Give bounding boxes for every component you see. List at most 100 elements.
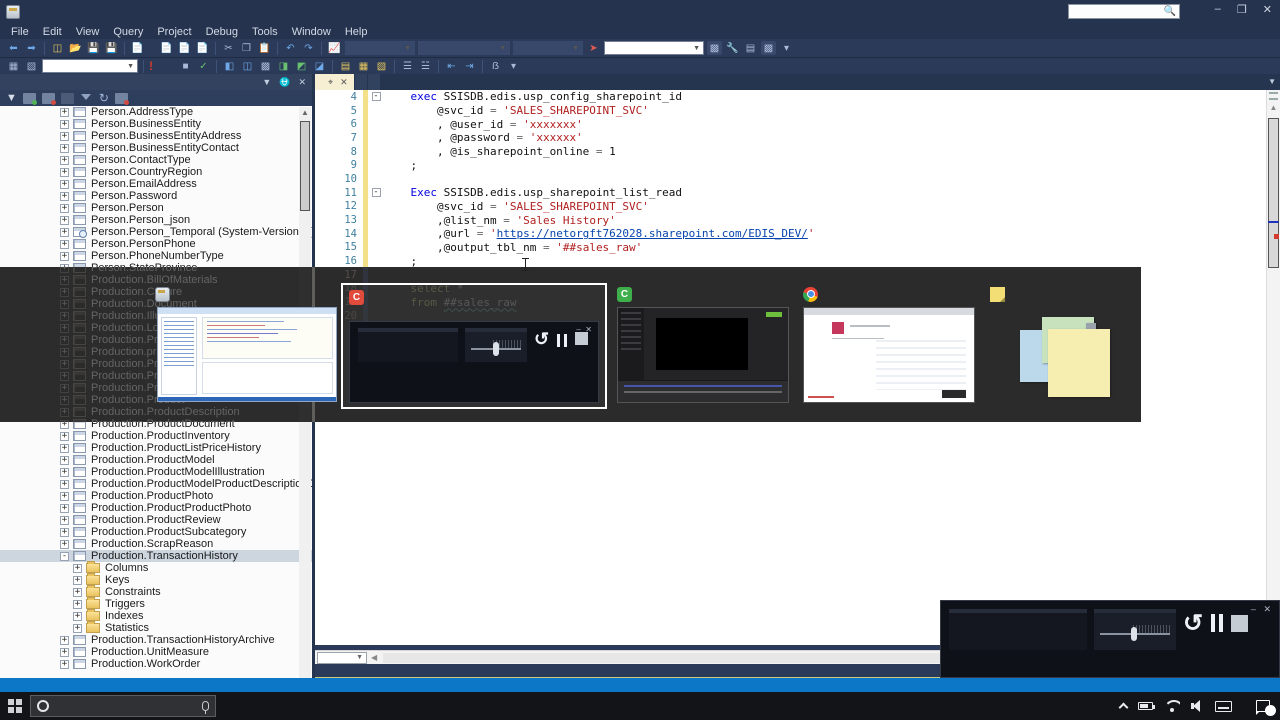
menu-window[interactable]: Window bbox=[285, 26, 338, 38]
results-grid-icon[interactable]: ▦ bbox=[356, 59, 371, 73]
delete-button[interactable]: ↺ bbox=[1183, 612, 1203, 638]
new-project-icon[interactable]: ◫ bbox=[50, 41, 65, 55]
recorder-close-button[interactable]: ✕ bbox=[1263, 604, 1271, 614]
connect-button[interactable]: ▼ bbox=[6, 92, 17, 104]
restore-button[interactable]: ❐ bbox=[1237, 3, 1247, 16]
tree-item-statistics[interactable]: + Statistics bbox=[0, 621, 312, 634]
expand-icon[interactable]: + bbox=[60, 203, 69, 213]
expand-icon[interactable]: + bbox=[73, 611, 82, 621]
expand-icon[interactable]: + bbox=[60, 431, 69, 441]
results-file-icon[interactable]: ▧ bbox=[374, 59, 389, 73]
tree-item-production-productinventory[interactable]: + Production.ProductInventory bbox=[0, 430, 312, 442]
comment-icon[interactable]: ☰ bbox=[400, 59, 415, 73]
tree-item-indexes[interactable]: + Indexes bbox=[0, 609, 312, 622]
parse-check-icon[interactable]: ✓ bbox=[196, 59, 211, 73]
expand-icon[interactable]: + bbox=[60, 167, 69, 177]
recorder-minimize-button[interactable]: – bbox=[1251, 604, 1256, 614]
close-button[interactable]: ✕ bbox=[1263, 3, 1272, 16]
stop-process-icon[interactable] bbox=[60, 92, 74, 104]
expand-icon[interactable]: + bbox=[60, 251, 69, 261]
taskbar-search[interactable] bbox=[30, 695, 216, 717]
camtasia-recorder-widget[interactable]: – ✕ ↺ bbox=[940, 600, 1280, 678]
tree-item-production-productsubcategory[interactable]: + Production.ProductSubcategory bbox=[0, 526, 312, 538]
search-input[interactable] bbox=[55, 699, 196, 713]
availability-icon-2[interactable]: ▧ bbox=[24, 59, 39, 73]
expand-icon[interactable]: + bbox=[60, 131, 69, 141]
pin-tab-icon[interactable]: ⌖ bbox=[328, 77, 333, 88]
camtasia-thumbnail[interactable] bbox=[617, 307, 789, 403]
tree-item-production-productmodelillustration[interactable]: + Production.ProductModelIllustration bbox=[0, 466, 312, 478]
volume-icon[interactable] bbox=[1191, 700, 1204, 712]
pause-button[interactable] bbox=[1211, 613, 1224, 636]
ssms-thumbnail[interactable] bbox=[157, 307, 337, 402]
expand-icon[interactable]: + bbox=[60, 647, 69, 657]
expand-icon[interactable]: + bbox=[73, 575, 82, 585]
expand-icon[interactable]: + bbox=[60, 635, 69, 645]
toolbar-icon-3[interactable]: ▩ bbox=[761, 41, 776, 55]
expand-icon[interactable]: + bbox=[73, 599, 82, 609]
expand-icon[interactable]: + bbox=[60, 491, 69, 501]
script-icon[interactable] bbox=[114, 92, 129, 105]
expand-icon[interactable]: + bbox=[60, 107, 69, 117]
menu-tools[interactable]: Tools bbox=[245, 26, 285, 38]
tree-item-person-person[interactable]: + Person.Person bbox=[0, 202, 312, 214]
mdx-query-icon[interactable]: 📄 bbox=[195, 41, 210, 55]
debug-target-combo[interactable]: ▼ bbox=[345, 41, 415, 55]
expand-icon[interactable]: + bbox=[60, 539, 69, 549]
stop-icon[interactable]: ■ bbox=[178, 59, 193, 73]
close-tab-icon[interactable]: ✕ bbox=[340, 77, 348, 88]
indent-icon[interactable]: ⇥ bbox=[462, 59, 477, 73]
attach-icon[interactable]: ➤ bbox=[586, 41, 601, 55]
expand-icon[interactable]: + bbox=[60, 155, 69, 165]
zoom-level-combo[interactable]: ▼ bbox=[317, 651, 367, 664]
menu-project[interactable]: Project bbox=[150, 26, 198, 38]
tab-sqlquery1[interactable] bbox=[367, 74, 380, 90]
tree-item-production-productmodel[interactable]: + Production.ProductModel bbox=[0, 454, 312, 466]
action-center-icon[interactable] bbox=[1256, 700, 1276, 716]
open-file-icon[interactable]: 📂 bbox=[68, 41, 83, 55]
expand-icon[interactable]: + bbox=[60, 659, 69, 669]
query-toolbar-icon-3[interactable]: ▩ bbox=[258, 59, 273, 73]
editor-vertical-scrollbar[interactable]: ▲ ▼ bbox=[1266, 90, 1280, 645]
start-button[interactable] bbox=[0, 692, 30, 720]
tree-item-person-addresstype[interactable]: + Person.AddressType bbox=[0, 106, 312, 118]
availability-icon-1[interactable]: ▦ bbox=[6, 59, 21, 73]
generic-debugger-combo[interactable]: ▼ bbox=[418, 41, 510, 55]
save-all-icon[interactable]: 💾 bbox=[104, 41, 119, 55]
menu-edit[interactable]: Edit bbox=[36, 26, 69, 38]
tree-item-person-contacttype[interactable]: + Person.ContactType bbox=[0, 154, 312, 166]
outdent-icon[interactable]: ⇤ bbox=[444, 59, 459, 73]
menu-query[interactable]: Query bbox=[106, 26, 150, 38]
expand-icon[interactable]: + bbox=[73, 563, 82, 573]
tree-item-columns[interactable]: + Columns bbox=[0, 561, 312, 574]
collapse-icon[interactable]: - bbox=[60, 551, 69, 561]
tree-item-production-transactionhistory[interactable]: - Production.TransactionHistory bbox=[0, 550, 312, 562]
delete-button[interactable]: ↺ bbox=[534, 330, 549, 351]
expand-icon[interactable]: + bbox=[60, 239, 69, 249]
splitter-grip-icon[interactable] bbox=[1269, 92, 1278, 100]
scroll-up-icon[interactable]: ▲ bbox=[1267, 103, 1280, 112]
query-toolbar-icon-4[interactable]: ◨ bbox=[276, 59, 291, 73]
paste-icon[interactable]: 📋 bbox=[257, 41, 272, 55]
expand-icon[interactable]: + bbox=[60, 179, 69, 189]
stop-button[interactable] bbox=[1231, 613, 1249, 635]
tree-item-production-productphoto[interactable]: + Production.ProductPhoto bbox=[0, 490, 312, 502]
specify-values-icon[interactable]: ẞ bbox=[488, 59, 503, 73]
panel-menu-icon[interactable]: ▼ bbox=[262, 77, 271, 88]
preview-card-recording[interactable]: C – ✕ ↺ bbox=[341, 283, 607, 409]
toolbar2-overflow-icon[interactable]: ▾ bbox=[506, 59, 521, 73]
quick-launch-box[interactable]: 🔍 bbox=[1068, 4, 1180, 19]
cut-icon[interactable]: ✂ bbox=[221, 41, 236, 55]
tree-item-constraints[interactable]: + Constraints bbox=[0, 585, 312, 598]
panel-close-icon[interactable]: ✕ bbox=[298, 77, 306, 88]
wifi-icon[interactable] bbox=[1164, 700, 1180, 712]
tree-item-production-unitmeasure[interactable]: + Production.UnitMeasure bbox=[0, 646, 312, 658]
pin-icon[interactable]: ⛎ bbox=[279, 77, 290, 88]
tree-item-person-password[interactable]: + Person.Password bbox=[0, 190, 312, 202]
pause-button[interactable] bbox=[557, 330, 568, 353]
expand-icon[interactable]: + bbox=[60, 479, 69, 489]
fold-collapse-icon[interactable]: - bbox=[371, 188, 381, 198]
procedure-combo[interactable]: ▼ bbox=[604, 41, 704, 55]
query-toolbar-icon-6[interactable]: ◪ bbox=[312, 59, 327, 73]
disconnect-server-icon[interactable] bbox=[41, 92, 56, 105]
